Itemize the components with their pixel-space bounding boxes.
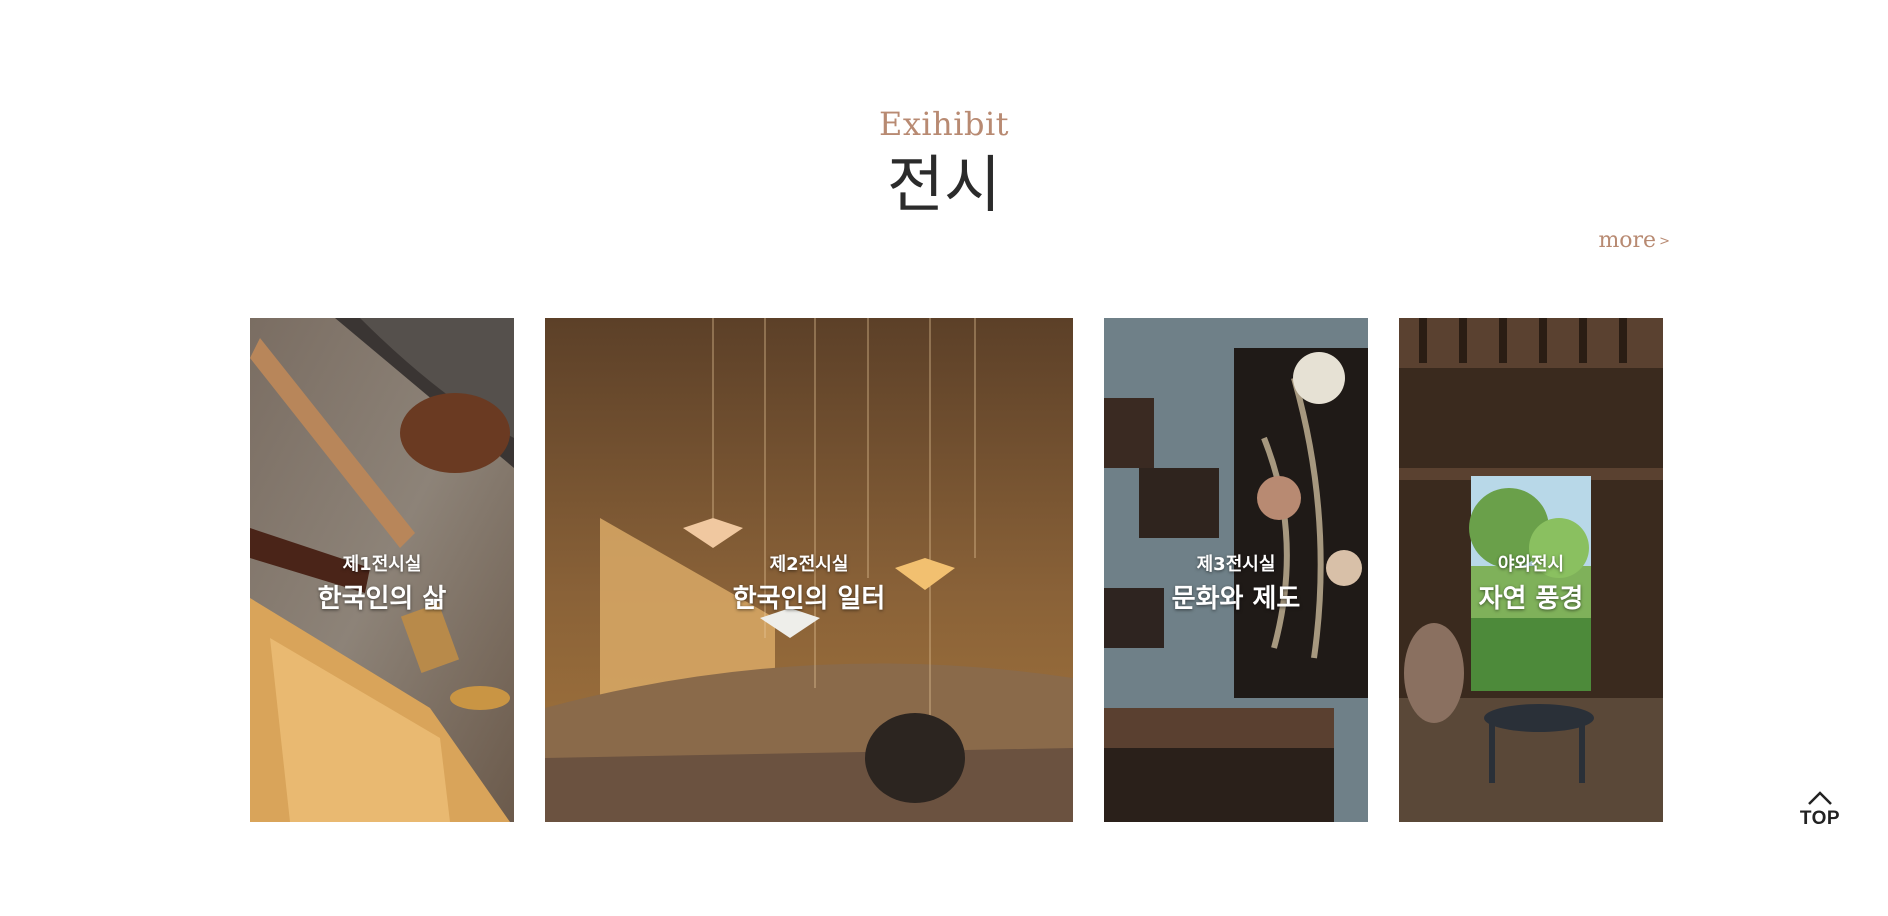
chevron-up-icon [1808, 791, 1832, 805]
card-caption: 제2전시실 한국인의 일터 [545, 554, 1073, 614]
more-link-label: more [1598, 228, 1657, 253]
chevron-right-icon: > [1659, 234, 1670, 249]
exhibit-card-hall-3[interactable]: 제3전시실 문화와 제도 [1104, 318, 1368, 822]
card-title: 자연 풍경 [1478, 584, 1584, 614]
exhibit-card-hall-2[interactable]: 제2전시실 한국인의 일터 [545, 318, 1073, 822]
back-to-top-button[interactable]: TOP [1792, 790, 1848, 830]
card-caption: 제3전시실 문화와 제도 [1104, 554, 1368, 614]
card-subtitle: 제2전시실 [769, 554, 849, 575]
exhibit-section-header: Exihibit 전시 [0, 108, 1888, 216]
card-title: 문화와 제도 [1171, 584, 1301, 614]
back-to-top-label: TOP [1799, 808, 1841, 829]
section-eyebrow: Exihibit [878, 105, 1010, 143]
card-caption: 제1전시실 한국인의 삶 [250, 554, 514, 614]
page-title: 전시 [886, 148, 1002, 221]
card-title: 한국인의 삶 [317, 584, 447, 614]
card-subtitle: 제3전시실 [1196, 554, 1276, 575]
exhibit-card-hall-1[interactable]: 제1전시실 한국인의 삶 [250, 318, 514, 822]
card-title: 한국인의 일터 [732, 584, 886, 614]
card-caption: 야외전시 자연 풍경 [1399, 554, 1663, 614]
exhibit-card-outdoor[interactable]: 야외전시 자연 풍경 [1399, 318, 1663, 822]
card-subtitle: 야외전시 [1497, 554, 1565, 575]
more-link[interactable]: more > [1582, 228, 1670, 253]
card-subtitle: 제1전시실 [342, 554, 422, 575]
